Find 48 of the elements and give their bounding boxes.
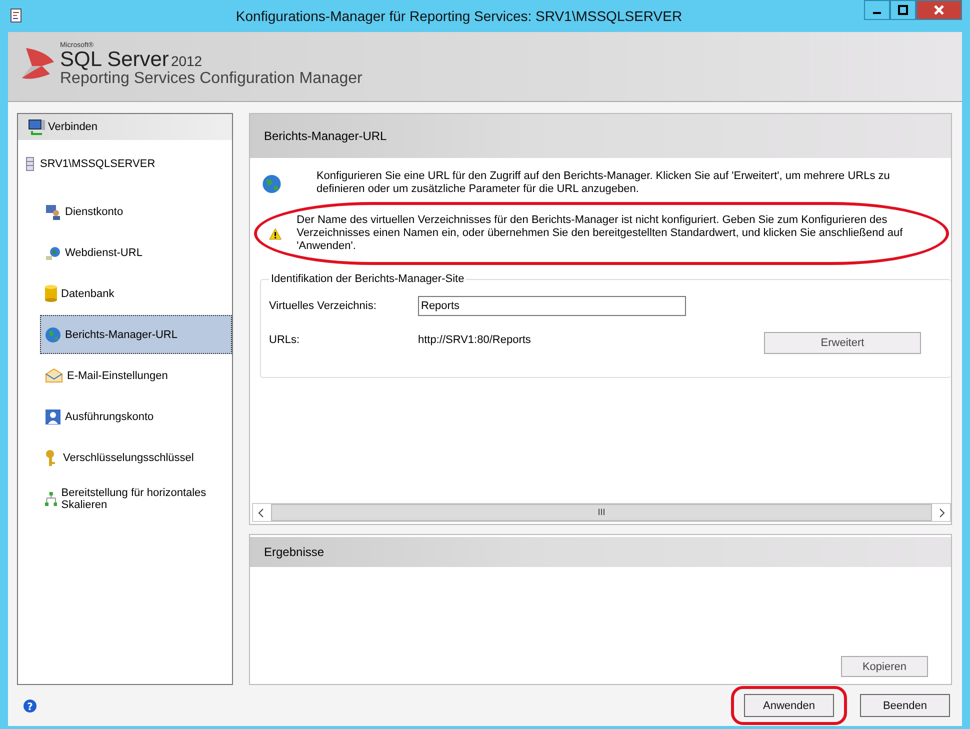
group-title: Identifikation der Berichts-Manager-Site	[270, 273, 466, 285]
minimize-icon	[873, 12, 881, 14]
nav-item[interactable]: Berichts-Manager-URL	[40, 315, 232, 354]
computer-icon	[28, 119, 46, 135]
user-computer-icon	[45, 204, 61, 220]
app-icon	[10, 8, 24, 24]
field-label: Virtuelles Verzeichnis:	[269, 300, 378, 312]
dialog-button[interactable]: Beenden	[860, 694, 950, 717]
close-icon	[933, 4, 945, 16]
close-button[interactable]	[916, 0, 962, 20]
maximize-icon	[898, 5, 908, 15]
input-field[interactable]: Reports	[418, 296, 686, 316]
envelope-icon	[45, 368, 63, 383]
description-text: Konfigurieren Sie eine URL für den Zugriff auf den Berichts-Manager. Klicken Sie auf 'Erweitert', um mehrere URLs zu definieren oder um zusätzliche Parameter für die URL anzugeben.	[316, 170, 891, 196]
help-icon[interactable]: ?	[23, 698, 37, 712]
url-text: http://SRV1:80/Reports	[418, 334, 532, 346]
horizontal-scrollbar[interactable]: III	[252, 503, 951, 522]
nav-item[interactable]: Ausführungskonto	[40, 397, 232, 436]
network-icon	[45, 490, 58, 508]
window-title: Konfigurations-Manager für Reporting Services: SRV1\MSSQLSERVER	[234, 8, 684, 24]
product-subtitle: Reporting Services Configuration Manager	[60, 71, 362, 87]
globe-icon	[45, 244, 61, 260]
scroll-thumb[interactable]: III	[271, 504, 932, 521]
field-label: URLs:	[269, 334, 301, 346]
user-icon	[45, 408, 61, 424]
connect-button[interactable]: Verbinden	[48, 121, 98, 133]
nav-item[interactable]: Verschlüsselungsschlüssel	[40, 438, 232, 477]
product-name: SQL Server	[60, 49, 169, 70]
nav-item[interactable]: Bereitstellung für horizontales Skalieren	[40, 479, 232, 518]
advanced-button[interactable]: Erweitert	[764, 332, 921, 354]
scroll-left-icon[interactable]	[257, 508, 265, 518]
nav-item[interactable]: Datenbank	[40, 274, 232, 313]
panel-title: Berichts-Manager-URL	[264, 129, 387, 143]
copy-button[interactable]: Kopieren	[841, 656, 928, 677]
nav-item[interactable]: Dienstkonto	[40, 192, 232, 231]
scroll-right-icon[interactable]	[938, 508, 946, 518]
nav-item[interactable]: E-Mail-Einstellungen	[40, 356, 232, 395]
server-name: SRV1\MSSQLSERVER	[40, 158, 156, 170]
database-icon	[45, 285, 57, 302]
globe-icon	[45, 326, 61, 342]
server-icon	[26, 157, 34, 171]
minimize-button[interactable]	[864, 0, 890, 20]
nav-item[interactable]: Webdienst-URL	[40, 233, 232, 272]
warning-text: Der Name des virtuellen Verzeichnisses für den Berichts-Manager ist nicht konfiguriert. Geben Sie zum Konfigurieren des Verzeichnisses einen Namen ein, oder übernehmen Sie den bereitgestellten Standardwert, und klicken Sie anschließend auf 'Anwenden'.	[296, 214, 904, 253]
version-label: 2012	[170, 54, 202, 68]
maximize-button[interactable]	[890, 0, 916, 20]
dialog-button[interactable]: Anwenden	[744, 694, 834, 717]
panel-title: Ergebnisse	[264, 545, 324, 559]
